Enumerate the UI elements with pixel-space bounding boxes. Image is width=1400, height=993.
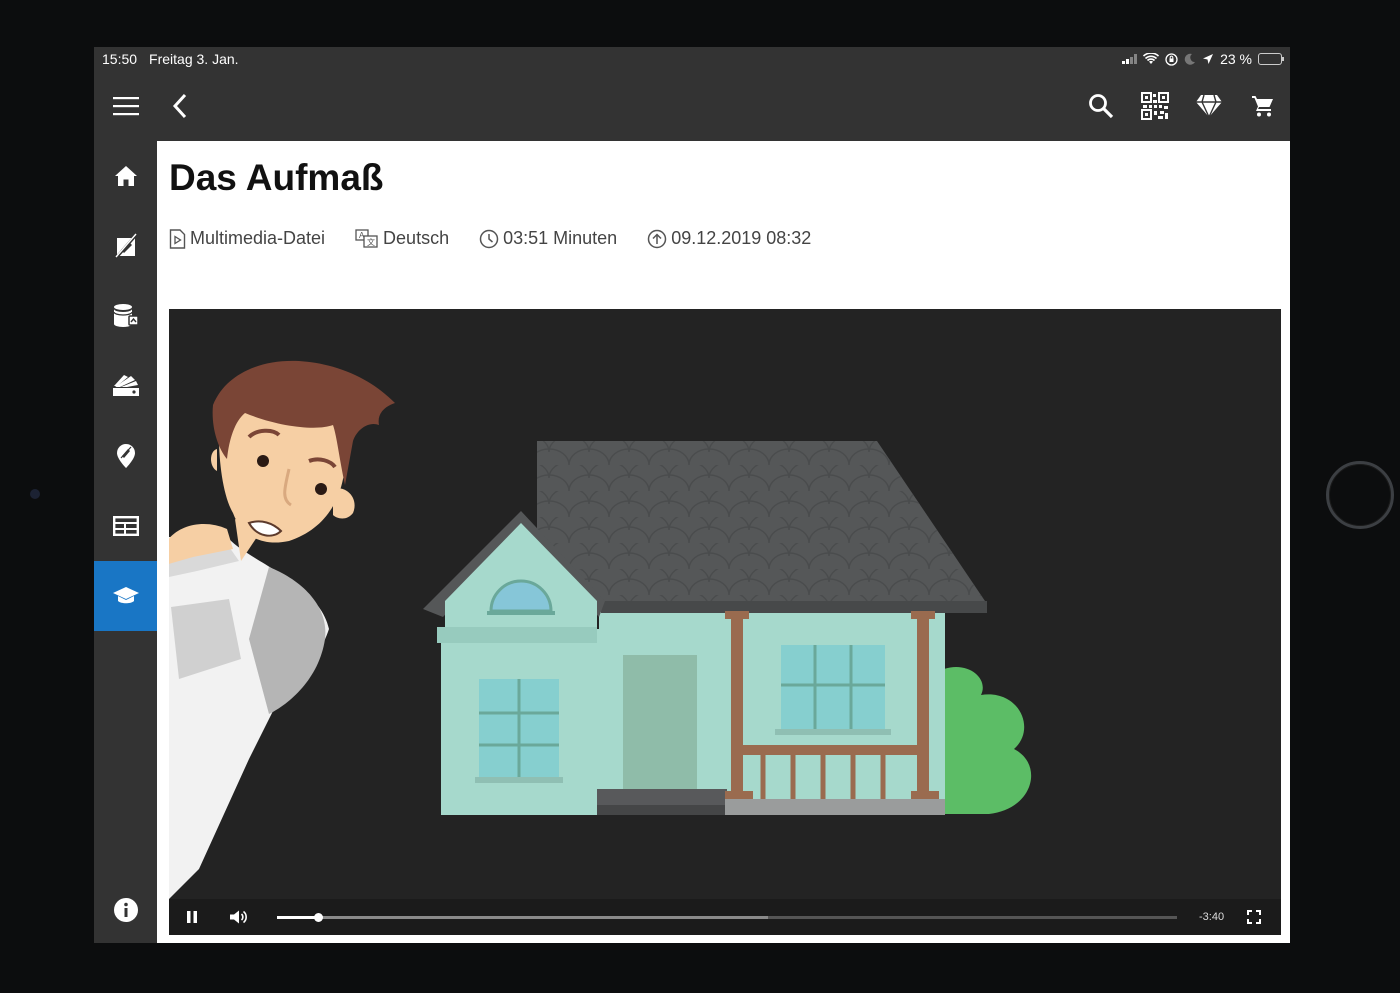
info-icon (113, 898, 138, 922)
video-scrubber-knob[interactable] (313, 912, 323, 922)
sidebar-item-products[interactable] (94, 211, 157, 281)
location-arrow-icon (1203, 54, 1214, 64)
meta-type: Multimedia-Datei (169, 228, 325, 249)
fullscreen-button[interactable] (1231, 899, 1277, 935)
search-icon (1089, 94, 1114, 119)
pause-icon (187, 911, 197, 923)
volume-icon (230, 910, 247, 924)
color-fan-icon (112, 375, 139, 396)
search-button[interactable] (1074, 79, 1128, 133)
video-player[interactable]: -3:40 (169, 309, 1281, 935)
content-area: Das Aufmaß Multimedia-Datei A文 Deutsch 0… (157, 141, 1290, 943)
video-frame (169, 360, 1032, 899)
status-time: 15:50 (102, 51, 138, 67)
meta-duration: 03:51 Minuten (479, 228, 617, 249)
sidebar-item-colors[interactable] (94, 351, 157, 421)
cellular-signal-icon (1122, 54, 1138, 64)
graduation-cap-icon (112, 587, 139, 604)
meta-language-label: Deutsch (383, 228, 450, 248)
house (423, 441, 987, 815)
premium-button[interactable] (1182, 79, 1236, 133)
sidebar-item-catalog[interactable] (94, 491, 157, 561)
sidebar-item-location[interactable] (94, 421, 157, 491)
meta-language: A文 Deutsch (355, 228, 449, 249)
cart-icon (1252, 96, 1273, 117)
upload-icon (647, 229, 667, 248)
menu-button[interactable] (99, 79, 153, 133)
diamond-icon (1196, 94, 1222, 118)
battery-percentage: 23 % (1220, 51, 1252, 67)
wifi-icon (1143, 53, 1160, 64)
page-title: Das Aufmaß (169, 157, 384, 198)
screen: 15:50 Freitag 3. Jan. 23 % Das Aufmaß Mu… (94, 47, 1290, 943)
map-pin-icon (116, 444, 135, 468)
status-bar: 15:50 Freitag 3. Jan. 23 % (94, 47, 1290, 71)
volume-button[interactable] (215, 899, 261, 935)
orientation-lock-icon (1165, 52, 1178, 66)
home-icon (114, 166, 137, 186)
svg-text:文: 文 (367, 237, 375, 247)
paint-brush-slash-icon (114, 233, 137, 259)
meta-duration-label: 03:51 Minuten (503, 228, 618, 248)
layout-icon (112, 516, 139, 536)
character (169, 360, 395, 899)
home-button[interactable] (1326, 461, 1394, 529)
sidebar (94, 141, 157, 943)
video-remaining-time: -3:40 (1199, 911, 1225, 923)
bush (944, 667, 1032, 814)
clock-icon (479, 229, 499, 248)
back-button[interactable] (153, 79, 207, 133)
cart-button[interactable] (1236, 79, 1290, 133)
qr-code-icon (1141, 92, 1169, 120)
status-indicators: 23 % (1122, 51, 1284, 67)
app-bar (94, 71, 1290, 141)
translate-icon: A文 (355, 228, 378, 248)
pause-button[interactable] (169, 899, 215, 935)
battery-icon (1258, 53, 1284, 65)
sidebar-item-academy[interactable] (94, 561, 157, 631)
hamburger-menu-icon (113, 97, 139, 116)
chevron-left-icon (172, 93, 187, 119)
paint-bucket-icon (112, 304, 139, 327)
meta-uploaded: 09.12.2019 08:32 (647, 228, 811, 249)
sidebar-item-paint[interactable] (94, 281, 157, 351)
qr-scan-button[interactable] (1128, 79, 1182, 133)
fullscreen-icon (1247, 910, 1261, 924)
front-camera (30, 489, 40, 499)
moon-icon (1184, 53, 1196, 65)
video-progress-bar[interactable] (277, 912, 1177, 922)
meta-type-label: Multimedia-Datei (190, 228, 326, 248)
video-played-bar (277, 915, 318, 919)
video-controls: -3:40 (169, 899, 1281, 935)
sidebar-item-home[interactable] (94, 141, 157, 211)
status-date: Freitag 3. Jan. (149, 51, 239, 67)
media-file-icon (169, 228, 186, 249)
meta-uploaded-label: 09.12.2019 08:32 (671, 228, 812, 248)
sidebar-item-info[interactable] (94, 875, 157, 943)
media-meta: Multimedia-Datei A文 Deutsch 03:51 Minute… (169, 228, 841, 249)
video-buffer-bar (277, 915, 768, 919)
